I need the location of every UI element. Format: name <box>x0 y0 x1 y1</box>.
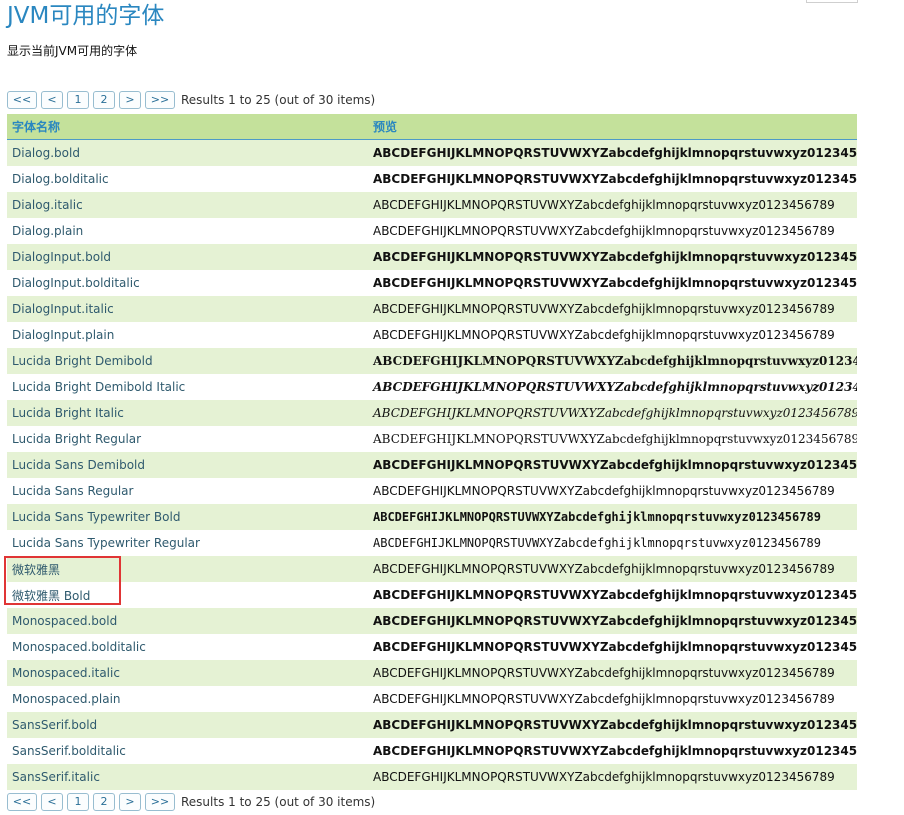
page-2-button[interactable]: 2 <box>93 793 115 811</box>
font-preview-cell: ABCDEFGHIJKLMNOPQRSTUVWXYZabcdefghijklmn… <box>368 556 857 582</box>
font-name-cell: 微软雅黑 Bold <box>7 582 368 608</box>
font-preview-cell: ABCDEFGHIJKLMNOPQRSTUVWXYZabcdefghijklmn… <box>368 686 857 712</box>
font-preview-cell: ABCDEFGHIJKLMNOPQRSTUVWXYZabcdefghijklmn… <box>368 244 857 270</box>
font-name-cell: SansSerif.bold <box>7 712 368 738</box>
table-row: Lucida Bright Italic ABCDEFGHIJKLMNOPQRST… <box>7 400 857 426</box>
font-preview-cell: ABCDEFGHIJKLMNOPQRSTUVWXYZabcdefghijklmn… <box>368 348 857 374</box>
first-page-button[interactable]: << <box>7 793 37 811</box>
font-preview-cell: ABCDEFGHIJKLMNOPQRSTUVWXYZabcdefghijklmn… <box>368 270 857 296</box>
font-name-cell: SansSerif.bolditalic <box>7 738 368 764</box>
font-name-cell: Lucida Bright Regular <box>7 426 368 452</box>
page-subtitle: 显示当前JVM可用的字体 <box>7 44 138 58</box>
page-1-button[interactable]: 1 <box>67 793 89 811</box>
font-preview-cell: ABCDEFGHIJKLMNOPQRSTUVWXYZabcdefghijklmn… <box>368 192 857 218</box>
prev-page-button[interactable]: < <box>41 793 63 811</box>
page-1-button[interactable]: 1 <box>67 91 89 109</box>
table-row: Dialog.bolditalic ABCDEFGHIJKLMNOPQRSTUVW… <box>7 166 857 192</box>
results-info: Results 1 to 25 (out of 30 items) <box>181 795 376 809</box>
table-row: DialogInput.bolditalic ABCDEFGHIJKLMNOPQR… <box>7 270 857 296</box>
font-name-cell: DialogInput.bolditalic <box>7 270 368 296</box>
table-row: Dialog.plain ABCDEFGHIJKLMNOPQRSTUVWXYZab… <box>7 218 857 244</box>
font-name-cell: Monospaced.plain <box>7 686 368 712</box>
font-preview-cell: ABCDEFGHIJKLMNOPQRSTUVWXYZabcdefghijklmn… <box>368 712 857 738</box>
font-preview-cell: ABCDEFGHIJKLMNOPQRSTUVWXYZabcdefghijklmn… <box>368 452 857 478</box>
font-preview-cell: ABCDEFGHIJKLMNOPQRSTUVWXYZabcdefghijklmn… <box>368 322 857 348</box>
font-preview-cell: ABCDEFGHIJKLMNOPQRSTUVWXYZabcdefghijklmn… <box>368 166 857 192</box>
font-preview-cell: ABCDEFGHIJKLMNOPQRSTUVWXYZabcdefghijklmn… <box>368 426 857 452</box>
font-name-cell: DialogInput.plain <box>7 322 368 348</box>
last-page-button[interactable]: >> <box>145 793 175 811</box>
last-page-button[interactable]: >> <box>145 91 175 109</box>
font-preview-cell: ABCDEFGHIJKLMNOPQRSTUVWXYZabcdefghijklmn… <box>368 634 857 660</box>
font-name-cell: Lucida Bright Demibold <box>7 348 368 374</box>
font-preview-cell: ABCDEFGHIJKLMNOPQRSTUVWXYZabcdefghijklmn… <box>368 738 857 764</box>
table-row: SansSerif.bolditalic ABCDEFGHIJKLMNOPQRST… <box>7 738 857 764</box>
font-name-cell: Monospaced.italic <box>7 660 368 686</box>
table-row: DialogInput.plain ABCDEFGHIJKLMNOPQRSTUVW… <box>7 322 857 348</box>
font-preview-cell: ABCDEFGHIJKLMNOPQRSTUVWXYZabcdefghijklmn… <box>368 400 857 426</box>
pagination-bottom: << < 1 2 > >> Results 1 to 25 (out of 30… <box>7 793 375 811</box>
fonts-table: 字体名称 预览 Dialog.bold ABCDEFGHIJKLMNOPQRSTU… <box>7 114 857 790</box>
table-row: 微软雅黑 ABCDEFGHIJKLMNOPQRSTUVWXYZabcdefghij… <box>7 556 857 582</box>
column-header-preview[interactable]: 预览 <box>368 114 857 140</box>
table-row: Monospaced.bolditalic ABCDEFGHIJKLMNOPQRS… <box>7 634 857 660</box>
table-header-row: 字体名称 预览 <box>7 114 857 140</box>
font-preview-cell: ABCDEFGHIJKLMNOPQRSTUVWXYZabcdefghijklmn… <box>368 530 857 556</box>
font-name-cell: Dialog.bolditalic <box>7 166 368 192</box>
corner-tab[interactable] <box>806 0 858 3</box>
table-row: Lucida Sans Typewriter Bold ABCDEFGHIJKLM… <box>7 504 857 530</box>
table-row: Monospaced.plain ABCDEFGHIJKLMNOPQRSTUVWX… <box>7 686 857 712</box>
first-page-button[interactable]: << <box>7 91 37 109</box>
font-preview-cell: ABCDEFGHIJKLMNOPQRSTUVWXYZabcdefghijklmn… <box>368 139 857 166</box>
font-preview-cell: ABCDEFGHIJKLMNOPQRSTUVWXYZabcdefghijklmn… <box>368 218 857 244</box>
font-preview-cell: ABCDEFGHIJKLMNOPQRSTUVWXYZabcdefghijklmn… <box>368 660 857 686</box>
table-row: Lucida Sans Regular ABCDEFGHIJKLMNOPQRSTU… <box>7 478 857 504</box>
font-preview-cell: ABCDEFGHIJKLMNOPQRSTUVWXYZabcdefghijklmn… <box>368 374 857 400</box>
font-name-cell: Lucida Bright Demibold Italic <box>7 374 368 400</box>
font-name-cell: 微软雅黑 <box>7 556 368 582</box>
table-row: Dialog.italic ABCDEFGHIJKLMNOPQRSTUVWXYZa… <box>7 192 857 218</box>
table-row: 微软雅黑 Bold ABCDEFGHIJKLMNOPQRSTUVWXYZabcde… <box>7 582 857 608</box>
font-name-cell: Lucida Sans Regular <box>7 478 368 504</box>
font-preview-cell: ABCDEFGHIJKLMNOPQRSTUVWXYZabcdefghijklmn… <box>368 296 857 322</box>
font-name-cell: Lucida Sans Typewriter Regular <box>7 530 368 556</box>
table-row: DialogInput.italic ABCDEFGHIJKLMNOPQRSTUV… <box>7 296 857 322</box>
font-name-cell: Lucida Sans Typewriter Bold <box>7 504 368 530</box>
table-row: Lucida Sans Demibold ABCDEFGHIJKLMNOPQRST… <box>7 452 857 478</box>
font-preview-cell: ABCDEFGHIJKLMNOPQRSTUVWXYZabcdefghijklmn… <box>368 608 857 634</box>
table-row: Lucida Sans Typewriter Regular ABCDEFGHIJ… <box>7 530 857 556</box>
font-name-cell: Lucida Bright Italic <box>7 400 368 426</box>
table-row: Lucida Bright Demibold ABCDEFGHIJKLMNOPQR… <box>7 348 857 374</box>
font-name-cell: Dialog.bold <box>7 139 368 166</box>
prev-page-button[interactable]: < <box>41 91 63 109</box>
table-row: Lucida Bright Regular ABCDEFGHIJKLMNOPQRS… <box>7 426 857 452</box>
next-page-button[interactable]: > <box>119 91 141 109</box>
page-title: JVM可用的字体 <box>7 3 165 29</box>
column-header-font-name[interactable]: 字体名称 <box>7 114 368 140</box>
font-preview-cell: ABCDEFGHIJKLMNOPQRSTUVWXYZabcdefghijklmn… <box>368 504 857 530</box>
font-name-cell: Lucida Sans Demibold <box>7 452 368 478</box>
font-preview-cell: ABCDEFGHIJKLMNOPQRSTUVWXYZabcdefghijklmn… <box>368 582 857 608</box>
page-2-button[interactable]: 2 <box>93 91 115 109</box>
table-row: Lucida Bright Demibold Italic ABCDEFGHIJK… <box>7 374 857 400</box>
table-row: DialogInput.bold ABCDEFGHIJKLMNOPQRSTUVWX… <box>7 244 857 270</box>
next-page-button[interactable]: > <box>119 793 141 811</box>
font-preview-cell: ABCDEFGHIJKLMNOPQRSTUVWXYZabcdefghijklmn… <box>368 764 857 790</box>
fonts-table-body: Dialog.bold ABCDEFGHIJKLMNOPQRSTUVWXYZabc… <box>7 139 857 790</box>
font-name-cell: Monospaced.bold <box>7 608 368 634</box>
pagination-top: << < 1 2 > >> Results 1 to 25 (out of 30… <box>7 91 375 109</box>
table-row: SansSerif.bold ABCDEFGHIJKLMNOPQRSTUVWXYZ… <box>7 712 857 738</box>
font-name-cell: DialogInput.italic <box>7 296 368 322</box>
font-name-cell: Dialog.plain <box>7 218 368 244</box>
font-preview-cell: ABCDEFGHIJKLMNOPQRSTUVWXYZabcdefghijklmn… <box>368 478 857 504</box>
table-row: Dialog.bold ABCDEFGHIJKLMNOPQRSTUVWXYZabc… <box>7 139 857 166</box>
font-name-cell: DialogInput.bold <box>7 244 368 270</box>
table-row: Monospaced.bold ABCDEFGHIJKLMNOPQRSTUVWXY… <box>7 608 857 634</box>
results-info: Results 1 to 25 (out of 30 items) <box>181 93 376 107</box>
font-name-cell: Dialog.italic <box>7 192 368 218</box>
table-row: Monospaced.italic ABCDEFGHIJKLMNOPQRSTUVW… <box>7 660 857 686</box>
font-name-cell: Monospaced.bolditalic <box>7 634 368 660</box>
table-row: SansSerif.italic ABCDEFGHIJKLMNOPQRSTUVWX… <box>7 764 857 790</box>
font-name-cell: SansSerif.italic <box>7 764 368 790</box>
